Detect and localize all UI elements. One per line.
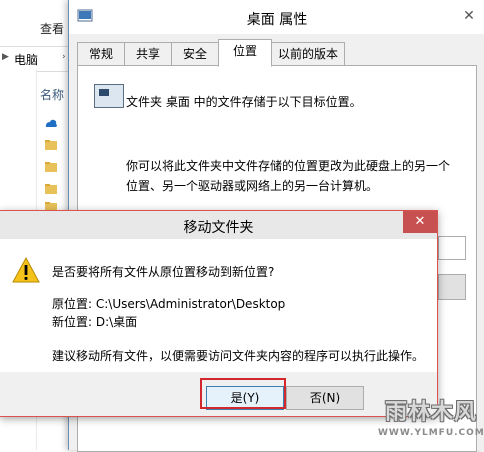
onedrive-icon [45,119,57,127]
yes-button-highlight [200,378,286,409]
folder-icon [45,140,57,150]
close-icon[interactable]: ✕ [403,211,437,233]
move-dialog-titlebar[interactable]: 移动文件夹 ✕ [0,211,437,239]
new-location: 新位置: D:\桌面 [52,315,138,329]
address-label: 电脑 [14,53,39,67]
tab-previous-versions[interactable]: 以前的版本 [271,42,345,66]
tab-general[interactable]: 常规 [77,42,125,66]
watermark-logo: 雨林木风 WWW.YLMFU.COM [378,378,484,450]
location-paragraph: 你可以将此文件夹中文件存储的位置更改为此硬盘上的另一个位置、另一个驱动器或网络上… [126,159,451,193]
move-dialog-body: 是否要将所有文件从原位置移动到新位置? 原位置: C:\Users\Admini… [0,239,437,372]
folder-icon [45,184,57,194]
column-header-name[interactable]: 名称 [40,86,64,103]
close-icon[interactable]: ✕ [459,6,479,26]
address-arrow-icon: ▶ [2,52,9,62]
tab-location[interactable]: 位置 [218,39,272,67]
folder-location-icon [94,84,124,108]
ribbon-tab-view[interactable]: 查看 [40,20,64,37]
location-path-field[interactable] [438,236,466,260]
original-location: 原位置: C:\Users\Administrator\Desktop [52,297,286,311]
warning-icon [12,257,40,283]
find-target-button[interactable] [438,274,466,300]
no-button[interactable]: 否(N) [286,386,364,410]
move-question: 是否要将所有文件从原位置移动到新位置? [52,265,275,279]
folder-icon [45,162,57,172]
address-separator-icon: › [62,52,66,62]
properties-titlebar[interactable]: 桌面 属性 ✕ [69,0,484,34]
location-description: 文件夹 桌面 中的文件存储于以下目标位置。 [126,95,362,109]
move-recommendation: 建议移动所有文件，以便需要访问文件夹内容的程序可以执行此操作。 [52,349,425,363]
move-dialog-title: 移动文件夹 [183,220,254,236]
watermark-url: WWW.YLMFU.COM [378,428,484,438]
watermark-brand: 雨林木风 [384,400,477,425]
tab-sharing[interactable]: 共享 [124,42,172,66]
properties-title: 桌面 属性 [246,12,308,28]
tab-security[interactable]: 安全 [171,42,219,66]
